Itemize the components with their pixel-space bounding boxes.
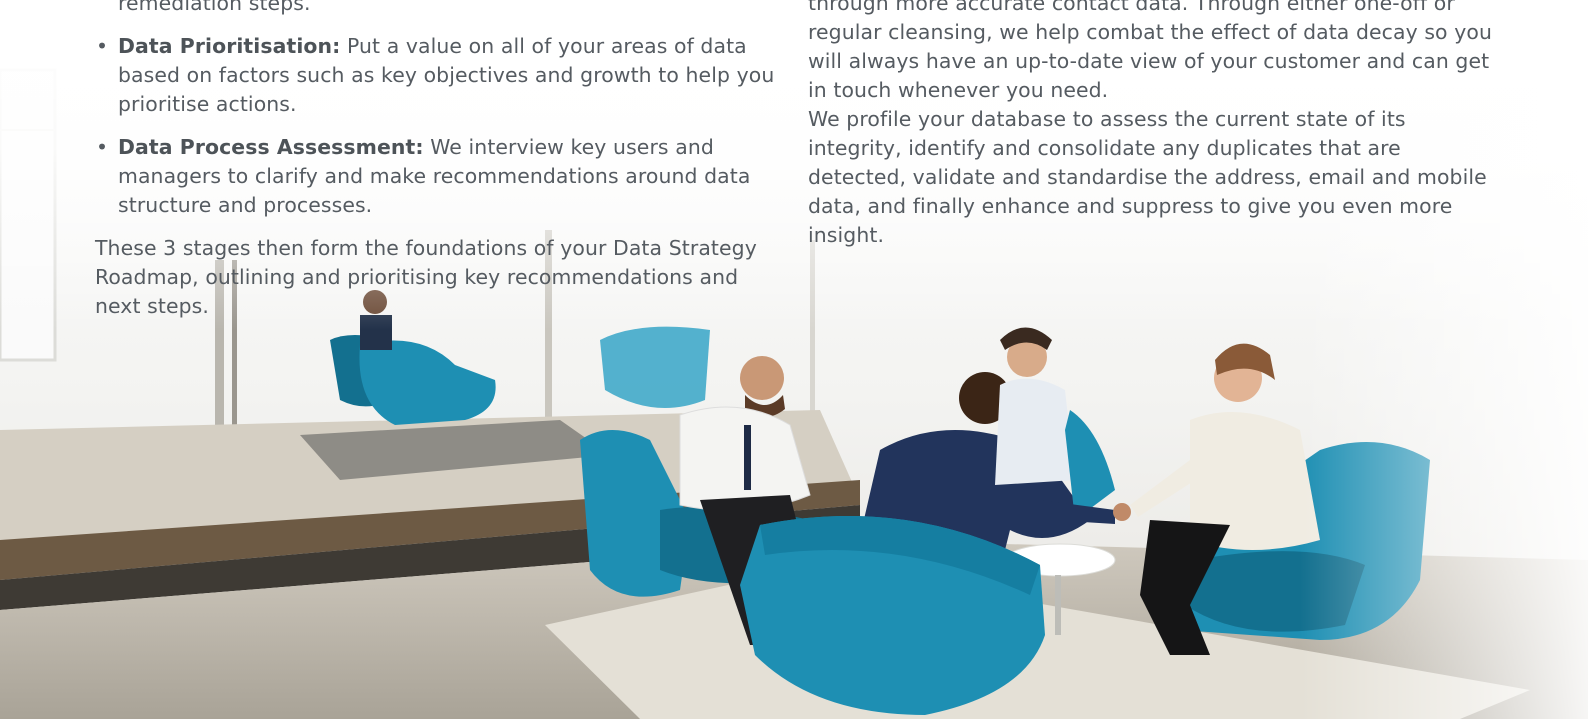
assessment-stages-list: remediation steps. Data Prioritisation: … <box>95 0 785 220</box>
bullet-text: remediation steps. <box>118 0 311 15</box>
data-cleansing-paragraph: through more accurate contact data. Thro… <box>808 0 1492 102</box>
closing-paragraph: These 3 stages then form the foundations… <box>95 236 757 318</box>
bullet-term: Data Prioritisation: <box>118 34 341 58</box>
left-text-column: remediation steps. Data Prioritisation: … <box>95 0 785 321</box>
list-item: remediation steps. <box>95 0 785 18</box>
list-item: Data Process Assessment: We interview ke… <box>95 133 785 220</box>
right-text-column: through more accurate contact data. Thro… <box>808 0 1498 250</box>
list-item: Data Prioritisation: Put a value on all … <box>95 32 785 119</box>
database-profiling-paragraph: We profile your database to assess the c… <box>808 107 1487 247</box>
bullet-term: Data Process Assessment: <box>118 135 424 159</box>
